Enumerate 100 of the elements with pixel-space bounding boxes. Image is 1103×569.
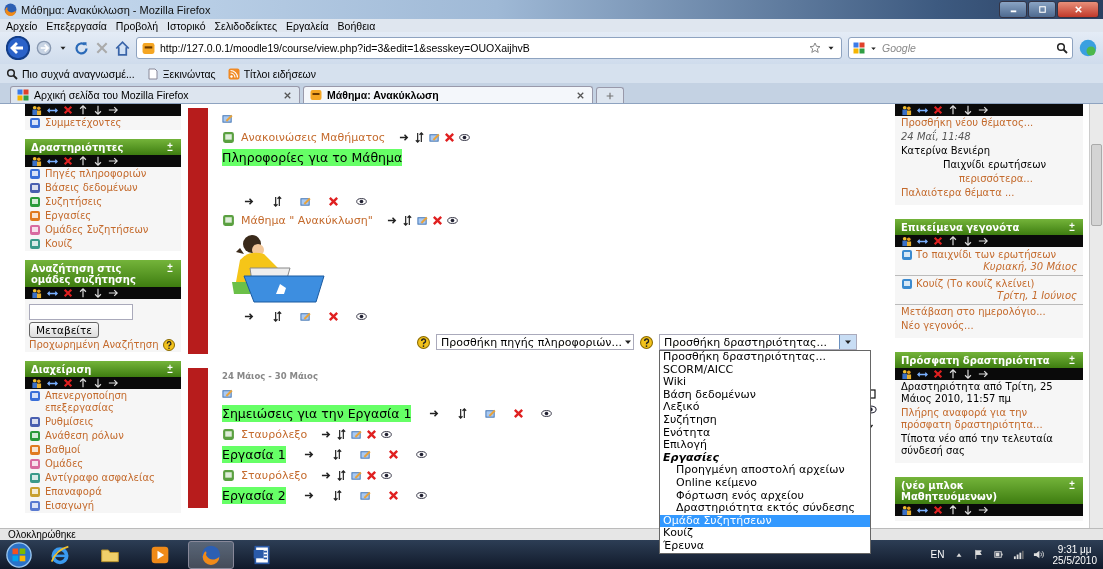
search-input[interactable] xyxy=(29,304,133,320)
block-link[interactable]: Νέο γεγονός... xyxy=(901,320,1077,332)
delete-icon[interactable] xyxy=(328,310,339,322)
delete-icon[interactable] xyxy=(933,105,943,115)
people-icon[interactable] xyxy=(31,155,42,167)
people-icon[interactable] xyxy=(31,104,42,116)
updown-arrows-icon[interactable] xyxy=(331,449,343,460)
signal-icon[interactable] xyxy=(1012,549,1024,560)
speaker-icon[interactable] xyxy=(1032,549,1044,560)
dropdown-option[interactable]: Έρευνα xyxy=(660,539,870,553)
edit-icon[interactable] xyxy=(222,387,233,399)
help-icon[interactable] xyxy=(417,335,430,349)
eye-icon[interactable] xyxy=(459,131,471,143)
delete-icon[interactable] xyxy=(366,428,378,440)
right-arrow-icon[interactable] xyxy=(978,505,988,515)
block-link[interactable]: Εισαγωγή xyxy=(45,500,95,512)
edit-icon[interactable] xyxy=(485,408,497,419)
people-icon[interactable] xyxy=(901,504,912,516)
plus-icon[interactable] xyxy=(605,90,615,101)
up-arrow-icon[interactable] xyxy=(948,236,958,246)
dropdown-option[interactable]: Ενότητα xyxy=(660,426,870,440)
browser-icon[interactable] xyxy=(50,544,70,565)
people-icon[interactable] xyxy=(31,287,42,299)
module-icon[interactable] xyxy=(29,238,41,250)
module-icon[interactable] xyxy=(29,430,41,442)
menu-item[interactable]: Αρχείο xyxy=(6,19,38,32)
browser-tab[interactable]: Μάθημα: Ανακύκλωση xyxy=(303,86,593,103)
search-field[interactable]: Google xyxy=(848,37,1073,59)
module-icon[interactable] xyxy=(29,500,41,512)
up-arrow-icon[interactable] xyxy=(78,288,88,298)
arrow-right-icon[interactable] xyxy=(429,408,441,419)
dropdown-option[interactable]: Προηγμένη αποστολή αρχείων xyxy=(660,464,870,477)
updown-arrows-icon[interactable] xyxy=(457,408,469,419)
bookmark-link[interactable]: Πιο συχνά αναγνωσμέ... xyxy=(22,67,135,80)
module-icon[interactable] xyxy=(29,224,41,236)
bookmark-link[interactable]: Τίτλοι ειδήσεων xyxy=(243,67,316,80)
clock-time[interactable]: 9:31 μμ xyxy=(1057,543,1092,555)
right-arrow-icon[interactable] xyxy=(108,156,118,166)
home-icon[interactable] xyxy=(115,40,130,56)
close-icon[interactable] xyxy=(1072,4,1084,15)
edit-icon[interactable] xyxy=(359,449,371,460)
dropdown-option[interactable]: Προσθήκη δραστηριότητας... xyxy=(660,351,870,364)
block-link[interactable]: Πηγές πληροφοριών xyxy=(45,168,147,180)
delete-icon[interactable] xyxy=(328,195,339,207)
dropdown-option[interactable]: Online κείμενο xyxy=(660,476,870,490)
delete-icon[interactable] xyxy=(933,236,943,246)
clock-date[interactable]: 25/5/2010 xyxy=(1052,554,1097,566)
block-link[interactable]: Ομάδες Συζητήσεων xyxy=(45,224,149,236)
delete-icon[interactable] xyxy=(366,469,378,481)
module-icon[interactable] xyxy=(29,168,41,180)
activity-link[interactable]: Σταυρόλεξο xyxy=(241,468,308,482)
close-button[interactable] xyxy=(1057,1,1099,18)
block-link[interactable]: Βαθμοί xyxy=(45,444,81,456)
activity-link[interactable]: Ανακοινώσεις Μαθήματος xyxy=(241,130,386,144)
up-arrow-icon[interactable] xyxy=(948,505,958,515)
star-icon[interactable] xyxy=(809,42,821,54)
maximize-icon[interactable] xyxy=(1036,4,1048,15)
battery-icon[interactable] xyxy=(992,549,1004,560)
menu-item[interactable]: Ιστορικό xyxy=(167,19,206,32)
module-icon[interactable] xyxy=(29,196,41,208)
browser-tab[interactable]: Αρχική σελίδα του Mozilla Firefox xyxy=(10,86,300,103)
tab-icon[interactable] xyxy=(310,89,322,101)
search-icon[interactable] xyxy=(6,67,18,80)
delete-icon[interactable] xyxy=(63,378,73,388)
edit-icon[interactable] xyxy=(222,112,233,124)
menu-item[interactable]: Σελιδοδείκτες xyxy=(214,19,277,32)
module-icon[interactable] xyxy=(222,213,235,227)
dropdown-option[interactable]: SCORM/AICC xyxy=(660,363,870,377)
search-icon[interactable] xyxy=(1056,42,1068,54)
block-link[interactable]: Ανάθεση ρόλων xyxy=(45,430,124,442)
collapse-icon[interactable] xyxy=(165,263,175,273)
eye-icon[interactable] xyxy=(415,449,427,460)
advanced-search-link[interactable]: Προχωρημένη Αναζήτηση xyxy=(29,339,159,351)
collapse-icon[interactable] xyxy=(165,364,175,374)
right-arrow-icon[interactable] xyxy=(108,105,118,115)
module-icon[interactable] xyxy=(29,390,41,402)
updown-arrows-icon[interactable] xyxy=(336,428,348,440)
eye-icon[interactable] xyxy=(541,408,553,419)
resource-select[interactable]: Προσθήκη πηγής πληροφοριών... xyxy=(436,334,634,350)
site-icon[interactable] xyxy=(142,41,155,55)
dropdown-option[interactable]: Κουίζ xyxy=(660,527,870,540)
address-bar[interactable]: http://127.0.0.1/moodle19/course/view.php?id=3&edit=1&sesskey=OUOXaijhvB xyxy=(136,37,842,59)
delete-icon[interactable] xyxy=(63,288,73,298)
maximize-button[interactable] xyxy=(1028,1,1056,18)
eye-icon[interactable] xyxy=(415,490,427,501)
search-engine-icon[interactable] xyxy=(853,42,865,54)
start-icon[interactable] xyxy=(6,541,32,568)
dropdown-option[interactable]: Βάση δεδομένων xyxy=(660,388,870,402)
people-icon[interactable] xyxy=(31,377,42,389)
block-link[interactable]: Επαναφορά xyxy=(45,486,102,498)
arrow-right-icon[interactable] xyxy=(303,449,315,460)
module-icon[interactable] xyxy=(29,444,41,456)
edit-icon[interactable] xyxy=(359,490,371,501)
event-link[interactable]: Κουίζ (Το κουίζ κλείνει) xyxy=(916,278,1035,290)
eye-icon[interactable] xyxy=(356,195,367,207)
menu-item[interactable]: Εργαλεία xyxy=(285,19,329,32)
dropdown-option[interactable]: Wiki xyxy=(660,376,870,389)
dropdown-option[interactable]: Λεξικό xyxy=(660,401,870,414)
delete-icon[interactable] xyxy=(63,105,73,115)
block-link[interactable]: Ρυθμίσεις xyxy=(45,416,94,428)
